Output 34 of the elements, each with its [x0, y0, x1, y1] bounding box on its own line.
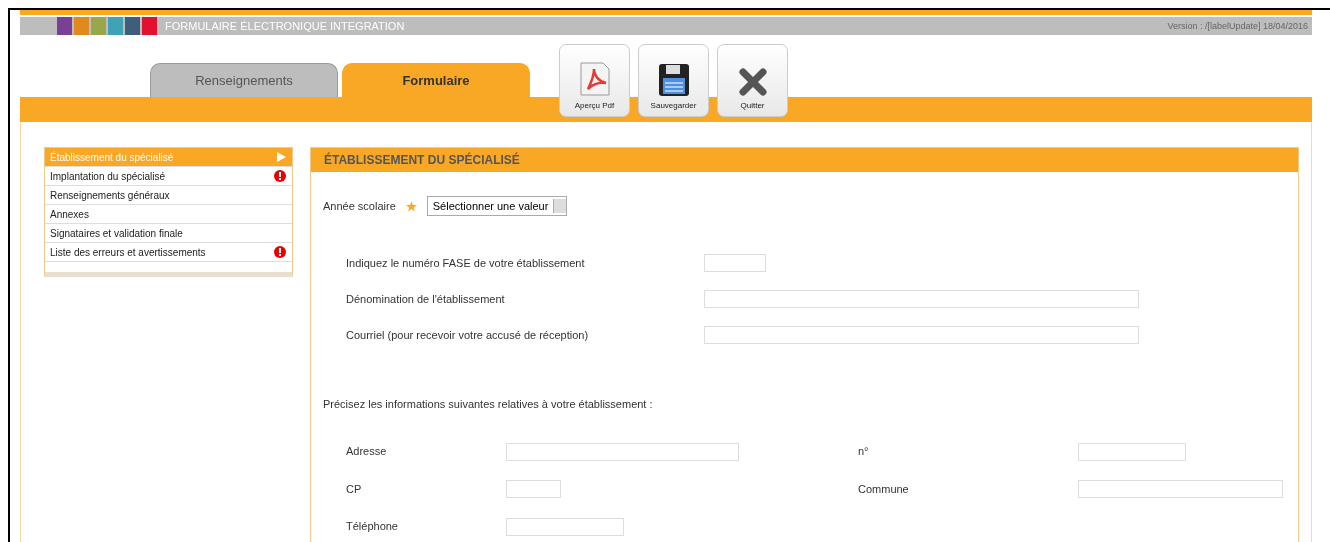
- version-text: Version : /[labelUpdate] 18/04/2016: [1167, 21, 1309, 31]
- section-header: ÉTABLISSEMENT DU SPÉCIALISÉ: [311, 148, 1298, 172]
- sidebar-item[interactable]: Implantation du spécialisé: [45, 167, 292, 186]
- input-field[interactable]: [1078, 480, 1283, 498]
- instruction-text: Précisez les informations suivantes relatives à votre établissement :: [323, 398, 653, 410]
- field-label: Courriel (pour recevoir votre accusé de réception): [346, 329, 590, 341]
- app-title: FORMULAIRE ÉLECTRONIQUE INTEGRATION: [165, 20, 406, 32]
- toolbar-button[interactable]: Sauvegarder: [638, 44, 709, 117]
- error-icon: [274, 246, 286, 258]
- toolbar-button[interactable]: Quitter: [717, 44, 788, 117]
- field-label: Dénomination de l'établissement: [346, 293, 506, 305]
- arrow-icon: [277, 152, 286, 162]
- input-field[interactable]: [506, 442, 739, 461]
- field-label: Adresse: [346, 445, 388, 458]
- toolbar-button[interactable]: Aperçu Pdf: [559, 44, 630, 117]
- field-label: n°: [858, 445, 870, 458]
- error-icon: [274, 170, 286, 182]
- input-field[interactable]: [506, 517, 624, 536]
- input-field[interactable]: [1078, 442, 1186, 461]
- input-field[interactable]: [704, 290, 1139, 308]
- tab[interactable]: Renseignements: [150, 63, 338, 97]
- field-label: Indiquez le numéro FASE de votre établissement: [346, 257, 586, 269]
- field-label: Commune: [858, 482, 910, 495]
- field-label: CP: [346, 482, 363, 495]
- tab[interactable]: Formulaire: [342, 63, 530, 97]
- pdf-document-icon: [577, 61, 612, 97]
- field-label: Téléphone: [346, 520, 399, 533]
- input-field[interactable]: [704, 326, 1139, 344]
- close-icon: [737, 67, 768, 97]
- input-field[interactable]: [506, 480, 561, 498]
- field-label: Année scolaire: [323, 200, 396, 212]
- school-year-select[interactable]: Sélectionner une valeur: [426, 196, 568, 216]
- sidebar-item[interactable]: Liste des erreurs et avertissements: [45, 243, 292, 262]
- input-field[interactable]: [704, 254, 766, 272]
